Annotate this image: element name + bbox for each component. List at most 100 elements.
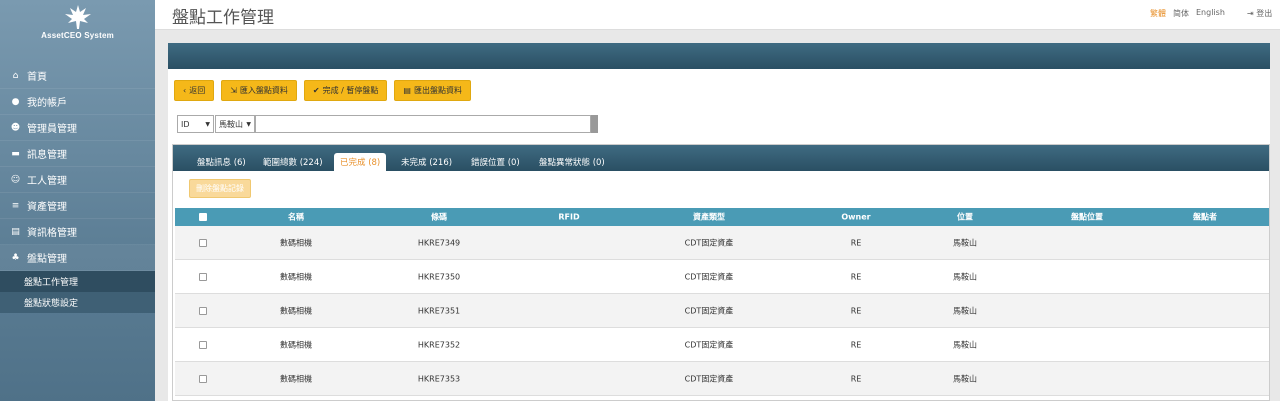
import-button[interactable]: ⇲ 匯入盤點資料 [221, 80, 297, 101]
checkbox-icon [199, 374, 207, 383]
sidebar-item-label: 訊息管理 [27, 150, 67, 161]
sidebar-subitem-stocktake-jobs[interactable]: 盤點工作管理 [0, 271, 155, 292]
lang-english-link[interactable]: English [1196, 8, 1225, 17]
table-row[interactable]: 數碼相機 HKRE7350 CDT固定資產 RE 馬鞍山 [175, 260, 1269, 294]
cell-name: 數碼相機 [280, 374, 312, 383]
sidebar-item-messages[interactable]: ▬ 訊息管理 [0, 141, 155, 167]
field-select[interactable]: ID ▼ [177, 115, 214, 133]
panel-header [168, 43, 1270, 69]
logout-label: 登出 [1256, 9, 1273, 18]
cubes-icon: ♣ [11, 252, 20, 263]
checkbox-icon [199, 306, 207, 315]
field-select-value: ID [181, 119, 190, 129]
tab-wrong-location[interactable]: 錯誤位置 (0) [467, 153, 524, 171]
sidebar-item-label: 資訊格管理 [27, 228, 77, 239]
select-all-checkbox[interactable] [199, 213, 207, 221]
back-button[interactable]: ‹ 返回 [174, 80, 215, 101]
sidebar-item-label: 工人管理 [27, 176, 67, 187]
cell-asset-type: CDT固定資產 [684, 374, 734, 383]
location-select[interactable]: 馬鞍山 ▼ [215, 115, 255, 133]
sidebar-item-info-grid[interactable]: ▤ 資訊格管理 [0, 219, 155, 245]
sidebar-subitem-stocktake-status[interactable]: 盤點狀態設定 [0, 292, 155, 313]
cell-barcode: HKRE7352 [417, 340, 461, 349]
tab-completed[interactable]: 已完成 (8) [334, 153, 387, 171]
import-label: 匯入盤點資料 [239, 86, 288, 95]
filter-bar: ID ▼ 馬鞍山 ▼ [177, 115, 598, 133]
cell-location: 馬鞍山 [953, 306, 977, 315]
checkbox-icon [199, 213, 207, 221]
row-checkbox[interactable] [199, 374, 207, 383]
cell-owner: RE [850, 340, 862, 349]
table-row[interactable]: 數碼相機 HKRE7353 CDT固定資產 RE 馬鞍山 [175, 362, 1269, 396]
row-checkbox[interactable] [199, 306, 207, 315]
table-row[interactable]: 數碼相機 HKRE7351 CDT固定資產 RE 馬鞍山 [175, 294, 1269, 328]
search-input[interactable] [255, 115, 591, 133]
col-check-location[interactable]: 盤點位置 [1071, 212, 1103, 223]
sidebar-item-home[interactable]: ⌂ 首頁 [0, 63, 155, 89]
sidebar-item-assets[interactable]: ≡ 資產管理 [0, 193, 155, 219]
cell-barcode: HKRE7351 [417, 306, 461, 315]
row-checkbox[interactable] [199, 340, 207, 349]
database-icon: ≡ [11, 200, 20, 211]
sidebar-item-workers[interactable]: ☺ 工人管理 [0, 167, 155, 193]
export-button[interactable]: ▤ 匯出盤點資料 [394, 80, 471, 101]
cell-barcode: HKRE7349 [417, 238, 461, 247]
chevron-left-icon: ‹ [183, 86, 187, 95]
lang-simplified-link[interactable]: 简体 [1173, 8, 1189, 19]
table-row[interactable]: 數碼相機 HKRE7349 CDT固定資產 RE 馬鞍山 [175, 226, 1269, 260]
toolbar: ‹ 返回 ⇲ 匯入盤點資料 ✔ 完成 / 暫停盤點 ▤ 匯出盤點資料 [174, 80, 471, 101]
search-button[interactable] [591, 115, 598, 133]
import-icon: ⇲ [230, 86, 237, 95]
sidebar-item-label: 管理員管理 [27, 124, 77, 135]
top-bar: 盤點工作管理 繁體 简体 English ⇥ 登出 [155, 0, 1280, 30]
sidebar-item-stocktake[interactable]: ♣ 盤點管理 [0, 245, 155, 271]
col-checker[interactable]: 盤點者 [1193, 212, 1217, 223]
delete-records-button[interactable]: 刪除盤點記錄 [189, 179, 251, 198]
col-barcode[interactable]: 條碼 [431, 212, 447, 223]
file-icon: ▤ [403, 86, 411, 95]
cell-owner: RE [850, 374, 862, 383]
col-rfid[interactable]: RFID [558, 213, 579, 222]
export-label: 匯出盤點資料 [413, 86, 462, 95]
row-checkbox[interactable] [199, 238, 207, 247]
sidebar-item-label: 盤點管理 [27, 254, 67, 265]
complete-label: 完成 / 暫停盤點 [322, 86, 379, 95]
logout-icon: ⇥ [1247, 9, 1257, 18]
leaf-logo-icon [64, 5, 91, 29]
complete-pause-button[interactable]: ✔ 完成 / 暫停盤點 [303, 80, 388, 101]
tab-info[interactable]: 盤點訊息 (6) [193, 153, 250, 171]
lang-traditional-link[interactable]: 繁體 [1150, 8, 1166, 19]
caret-down-icon: ▼ [246, 120, 251, 128]
cell-location: 馬鞍山 [953, 340, 977, 349]
cell-owner: RE [850, 272, 862, 281]
logout-link[interactable]: ⇥ 登出 [1247, 8, 1272, 19]
app-name: AssetCEO System [41, 31, 114, 40]
home-icon: ⌂ [12, 70, 19, 81]
cell-asset-type: CDT固定資產 [684, 272, 734, 281]
sidebar-item-admin[interactable]: ☻ 管理員管理 [0, 115, 155, 141]
col-owner[interactable]: Owner [841, 213, 870, 222]
caret-down-icon: ▼ [205, 120, 210, 128]
user-icon: ● [11, 96, 20, 107]
cell-asset-type: CDT固定資產 [684, 238, 734, 247]
sidebar-item-my-account[interactable]: ● 我的帳戶 [0, 89, 155, 115]
cell-asset-type: CDT固定資產 [684, 306, 734, 315]
cell-name: 數碼相機 [280, 272, 312, 281]
location-select-value: 馬鞍山 [219, 119, 243, 129]
sidebar-item-label: 首頁 [27, 72, 47, 83]
tab-total[interactable]: 範圍總數 (224) [259, 153, 327, 171]
table-body: 數碼相機 HKRE7349 CDT固定資產 RE 馬鞍山 數碼相機 HKRE7350 CDT固… [175, 226, 1269, 396]
main-panel: ‹ 返回 ⇲ 匯入盤點資料 ✔ 完成 / 暫停盤點 ▤ 匯出盤點資料 ID ▼ 馬鞍山 ▼ … [168, 43, 1270, 401]
col-name[interactable]: 名稱 [288, 212, 304, 223]
col-location[interactable]: 位置 [957, 212, 973, 223]
logo[interactable]: AssetCEO System [0, 0, 155, 60]
sidebar-nav: ⌂ 首頁 ● 我的帳戶 ☻ 管理員管理 ▬ 訊息管理 ☺ 工人管理 ≡ 資產管理 ▤ 資訊格管… [0, 63, 155, 313]
tab-abnormal[interactable]: 盤點異常狀態 (0) [535, 153, 609, 171]
sidebar-item-label: 我的帳戶 [27, 98, 67, 109]
tab-incomplete[interactable]: 未完成 (216) [397, 153, 456, 171]
table-row[interactable]: 數碼相機 HKRE7352 CDT固定資產 RE 馬鞍山 [175, 328, 1269, 362]
col-asset-type[interactable]: 資產類型 [693, 212, 725, 223]
checkbox-icon [199, 238, 207, 247]
cell-owner: RE [850, 306, 862, 315]
row-checkbox[interactable] [199, 272, 207, 281]
